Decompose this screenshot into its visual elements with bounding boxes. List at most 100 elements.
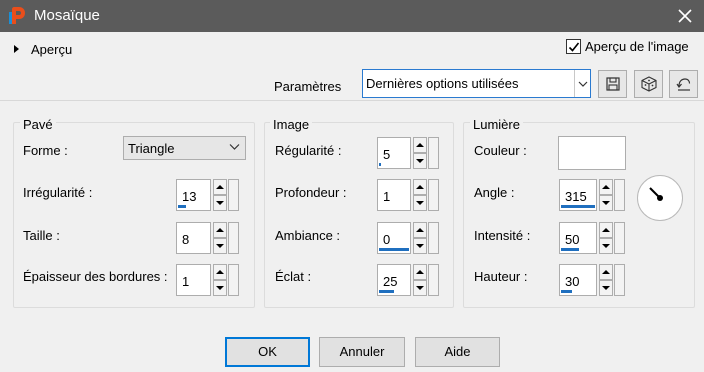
reset-icon <box>676 78 690 91</box>
spin-up-icon[interactable] <box>413 264 427 280</box>
title-bar: Mosaïque <box>0 0 704 32</box>
spin-up-icon[interactable] <box>213 179 227 195</box>
intensite-input[interactable]: 50 <box>559 222 597 254</box>
pave-group-title: Pavé <box>20 117 56 132</box>
spin-down-icon[interactable] <box>213 238 227 254</box>
checkbox-check-icon[interactable] <box>566 39 581 54</box>
forme-label: Forme : <box>23 143 68 158</box>
profondeur-arrows[interactable] <box>413 179 427 211</box>
profondeur-input[interactable]: 1 <box>377 179 411 211</box>
random-button[interactable] <box>634 70 663 98</box>
regularite-slider-handle[interactable] <box>428 137 439 169</box>
irregularite-arrows[interactable] <box>213 179 227 211</box>
expand-arrow-icon <box>14 45 19 53</box>
couleur-swatch[interactable] <box>558 136 626 170</box>
hauteur-spinner[interactable]: 30 <box>559 264 627 296</box>
spin-down-icon[interactable] <box>213 195 227 211</box>
cancel-button[interactable]: Annuler <box>319 337 405 367</box>
irregularite-slider-handle[interactable] <box>228 179 239 211</box>
taille-input[interactable]: 8 <box>176 222 211 254</box>
eclat-input[interactable]: 25 <box>377 264 411 296</box>
irregularite-spinner[interactable]: 13 <box>176 179 241 211</box>
spin-down-icon[interactable] <box>413 195 427 211</box>
ambiance-spinner[interactable]: 0 <box>377 222 441 254</box>
close-icon[interactable] <box>674 5 696 27</box>
irregularite-level <box>178 205 186 208</box>
hauteur-label: Hauteur : <box>474 269 528 284</box>
epaisseur-slider-handle[interactable] <box>228 264 239 296</box>
hauteur-level <box>561 290 572 293</box>
ambiance-arrows[interactable] <box>413 222 427 254</box>
hauteur-slider-handle[interactable] <box>614 264 625 296</box>
regularite-input[interactable]: 5 <box>377 137 411 169</box>
taille-spinner[interactable]: 8 <box>176 222 241 254</box>
taille-arrows[interactable] <box>213 222 227 254</box>
intensite-spinner[interactable]: 50 <box>559 222 627 254</box>
eclat-arrows[interactable] <box>413 264 427 296</box>
intensite-value: 50 <box>565 232 580 247</box>
regularite-arrows[interactable] <box>413 137 427 169</box>
forme-dropdown[interactable]: Triangle <box>123 136 246 160</box>
spin-up-icon[interactable] <box>599 179 613 195</box>
spin-up-icon[interactable] <box>599 264 613 280</box>
taille-slider-handle[interactable] <box>228 222 239 254</box>
params-label: Paramètres <box>274 79 342 94</box>
ambiance-slider-handle[interactable] <box>428 222 439 254</box>
reset-button[interactable] <box>669 70 698 98</box>
save-preset-button[interactable] <box>598 70 627 98</box>
preset-combobox[interactable]: Dernières options utilisées <box>362 69 591 98</box>
angle-level <box>561 205 595 208</box>
angle-slider-handle[interactable] <box>614 179 625 211</box>
ok-button[interactable]: OK <box>225 337 310 367</box>
spin-down-icon[interactable] <box>213 280 227 296</box>
regularite-value: 5 <box>383 147 391 162</box>
spin-down-icon[interactable] <box>413 153 427 169</box>
angle-spinner[interactable]: 315 <box>559 179 627 211</box>
spin-down-icon[interactable] <box>413 238 427 254</box>
regularite-spinner[interactable]: 5 <box>377 137 441 169</box>
hauteur-value: 30 <box>565 274 580 289</box>
intensite-arrows[interactable] <box>599 222 613 254</box>
spin-up-icon[interactable] <box>599 222 613 238</box>
taille-value: 8 <box>182 232 190 247</box>
image-group-title: Image <box>270 117 313 132</box>
eclat-label: Éclat : <box>275 269 312 284</box>
irregularite-value: 13 <box>182 189 197 204</box>
angle-input[interactable]: 315 <box>559 179 597 211</box>
eclat-level <box>379 290 394 293</box>
spin-down-icon[interactable] <box>599 195 613 211</box>
spin-down-icon[interactable] <box>599 280 613 296</box>
angle-value: 315 <box>565 189 587 204</box>
ambiance-value: 0 <box>383 232 391 247</box>
epaisseur-spinner[interactable]: 1 <box>176 264 241 296</box>
irregularite-input[interactable]: 13 <box>176 179 211 211</box>
apercu-toggle[interactable]: Aperçu <box>14 41 72 57</box>
hauteur-arrows[interactable] <box>599 264 613 296</box>
angle-arrows[interactable] <box>599 179 613 211</box>
angle-dial[interactable] <box>637 175 683 221</box>
save-icon <box>605 77 620 91</box>
spin-up-icon[interactable] <box>213 264 227 280</box>
profondeur-label: Profondeur : <box>275 185 347 200</box>
spin-up-icon[interactable] <box>213 222 227 238</box>
forme-value: Triangle <box>128 141 175 156</box>
spin-down-icon[interactable] <box>413 280 427 296</box>
intensite-slider-handle[interactable] <box>614 222 625 254</box>
ambiance-label: Ambiance : <box>275 228 341 243</box>
hauteur-input[interactable]: 30 <box>559 264 597 296</box>
eclat-slider-handle[interactable] <box>428 264 439 296</box>
spin-up-icon[interactable] <box>413 179 427 195</box>
help-button[interactable]: Aide <box>415 337 500 367</box>
ambiance-input[interactable]: 0 <box>377 222 411 254</box>
epaisseur-input[interactable]: 1 <box>176 264 211 296</box>
profondeur-spinner[interactable]: 1 <box>377 179 441 211</box>
spin-up-icon[interactable] <box>413 222 427 238</box>
spin-down-icon[interactable] <box>599 238 613 254</box>
spin-up-icon[interactable] <box>413 137 427 153</box>
profondeur-slider-handle[interactable] <box>428 179 439 211</box>
eclat-spinner[interactable]: 25 <box>377 264 441 296</box>
epaisseur-arrows[interactable] <box>213 264 227 296</box>
chevron-down-icon[interactable] <box>574 70 590 97</box>
apercu-image-checkbox[interactable]: Aperçu de l'image <box>566 39 689 54</box>
regularite-label: Régularité : <box>275 143 342 158</box>
